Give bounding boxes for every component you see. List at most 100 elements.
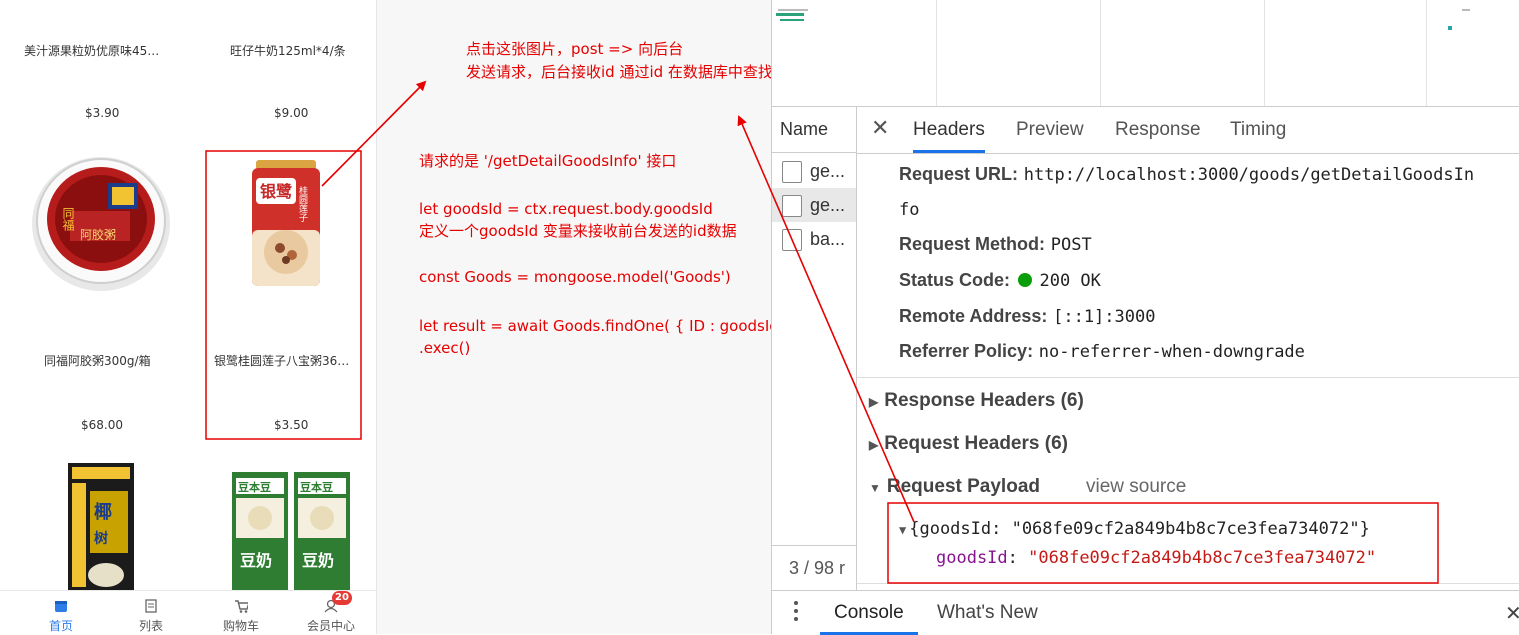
- tab-response[interactable]: Response: [1115, 107, 1201, 153]
- request-url-label: Request URL:: [899, 164, 1019, 184]
- request-method-label: Request Method:: [899, 234, 1045, 254]
- request-count: 3 / 98 r: [789, 558, 846, 578]
- doubendou-milk-image[interactable]: 豆本豆 豆本豆 豆奶 豆奶: [230, 468, 352, 592]
- response-headers-label: Response Headers (6): [884, 390, 1084, 411]
- request-payload-section[interactable]: ▼ Request Payload: [869, 476, 1040, 498]
- status-code-label: Status Code:: [899, 270, 1011, 290]
- tab-preview[interactable]: Preview: [1016, 107, 1084, 153]
- annotation-code-line: let goodsId = ctx.request.body.goodsId: [419, 200, 713, 218]
- payload-key: goodsId: [936, 548, 1008, 568]
- tongfu-brand-text: 同福: [61, 207, 75, 231]
- product-price: $9.00: [274, 106, 309, 120]
- request-headers-label: Request Headers (6): [884, 433, 1068, 454]
- tab-cart[interactable]: 购物车: [194, 591, 288, 634]
- svg-text:阿胶粥: 阿胶粥: [80, 227, 116, 242]
- triangle-down-icon: ▼: [869, 481, 881, 495]
- svg-text:椰: 椰: [94, 501, 112, 523]
- payload-summary-row[interactable]: ▼ {goodsId: "068fe09cf2a849b4b8c7ce3fea73…: [899, 519, 1370, 539]
- annotation-area: 点击这张图片，post => 向后台 发送请求，后台接收id 通过id 在数据库…: [377, 0, 794, 634]
- request-row[interactable]: ge...: [772, 188, 856, 222]
- tab-console[interactable]: Console: [820, 591, 918, 635]
- triangle-right-icon: ▶: [869, 438, 879, 452]
- coconut-milk-image[interactable]: 椰 树: [68, 463, 134, 591]
- devtools-panel: Name ge... ge... ba... 3 / 98 r ✕ Header…: [771, 0, 1519, 635]
- tab-timing[interactable]: Timing: [1230, 107, 1286, 153]
- payload-entry: goodsId: "068fe09cf2a849b4b8c7ce3fea7340…: [936, 548, 1377, 568]
- annotation-line1: 点击这张图片，post => 向后台: [466, 40, 684, 58]
- product-price: $3.90: [85, 106, 120, 120]
- annotation-line2: 发送请求，后台接收id 通过id 在数据库中查找: [466, 63, 773, 81]
- request-row[interactable]: ba...: [772, 222, 856, 256]
- tongfu-porridge-image[interactable]: 同福 阿胶粥: [30, 155, 172, 293]
- request-url-value[interactable]: http://localhost:3000/goods/getDetailGoo…: [1024, 165, 1474, 185]
- product-name[interactable]: 银鹭桂圆莲子八宝粥36…: [214, 352, 349, 369]
- request-method-value: POST: [1050, 235, 1092, 255]
- tab-list[interactable]: 列表: [104, 591, 198, 634]
- remote-address-row: Remote Address: [::1]:3000: [899, 306, 1155, 327]
- tab-label: 购物车: [222, 619, 259, 633]
- close-icon[interactable]: ✕: [871, 116, 889, 141]
- svg-text:豆本豆: 豆本豆: [238, 480, 271, 494]
- svg-text:豆奶: 豆奶: [302, 551, 334, 570]
- request-url-row: Request URL: http://localhost:3000/goods…: [899, 164, 1474, 185]
- status-code-row: Status Code: 200 OK: [899, 270, 1101, 291]
- annotation-code-line: 定义一个goodsId 变量来接收前台发送的id数据: [419, 222, 737, 240]
- request-detail: ✕ Headers Preview Response Timing Reques…: [857, 107, 1519, 590]
- network-overview[interactable]: [772, 0, 1519, 107]
- detail-tabs: ✕ Headers Preview Response Timing: [857, 107, 1519, 154]
- request-row-label: ba...: [810, 229, 846, 249]
- product-name[interactable]: 同福阿胶粥300g/箱: [44, 352, 151, 369]
- svg-text:银鹭: 银鹭: [260, 182, 293, 201]
- request-url-value-wrap: fo: [899, 200, 920, 220]
- svg-text:豆本豆: 豆本豆: [300, 480, 333, 494]
- tab-label: 首页: [48, 619, 73, 633]
- response-headers-section[interactable]: ▶ Response Headers (6): [869, 390, 1084, 412]
- status-code-value: 200 OK: [1039, 271, 1101, 291]
- referrer-policy-row: Referrer Policy: no-referrer-when-downgr…: [899, 341, 1305, 362]
- tab-home[interactable]: 首页: [14, 591, 108, 634]
- tab-label: 会员中心: [306, 619, 355, 633]
- tab-whats-new[interactable]: What's New: [937, 591, 1038, 635]
- request-headers-section[interactable]: ▶ Request Headers (6): [869, 433, 1068, 455]
- referrer-policy-value: no-referrer-when-downgrade: [1038, 342, 1305, 362]
- request-row-label: ge...: [810, 161, 846, 181]
- product-name[interactable]: 旺仔牛奶125ml*4/条: [230, 42, 346, 59]
- view-source-link[interactable]: view source: [1086, 476, 1186, 498]
- request-row-label: ge...: [810, 195, 846, 215]
- annotation-code-line: .exec(): [419, 339, 471, 357]
- triangle-down-icon: ▼: [899, 523, 907, 537]
- request-method-row: Request Method: POST: [899, 234, 1092, 255]
- request-name-column: Name ge... ge... ba... 3 / 98 r: [772, 107, 857, 590]
- annotation-code-line: 请求的是 '/getDetailGoodsInfo' 接口: [419, 152, 677, 170]
- drawer-tabs: Console What's New ✕: [772, 590, 1519, 635]
- svg-text:树: 树: [94, 530, 108, 547]
- close-drawer-icon[interactable]: ✕: [1505, 601, 1519, 625]
- tab-headers[interactable]: Headers: [913, 107, 985, 153]
- product-price: $68.00: [81, 418, 123, 432]
- annotation-code-line: const Goods = mongoose.model('Goods'): [419, 268, 731, 286]
- payload-value: "068fe09cf2a849b4b8c7ce3fea734072": [1028, 548, 1377, 568]
- cart-icon: [235, 600, 248, 613]
- more-options-icon[interactable]: [794, 601, 800, 625]
- product-name[interactable]: 美汁源果粒奶优原味45…: [24, 42, 159, 59]
- triangle-right-icon: ▶: [869, 395, 879, 409]
- payload-summary: {goodsId: "068fe09cf2a849b4b8c7ce3fea734…: [909, 519, 1370, 539]
- status-dot-icon: [1017, 273, 1032, 287]
- list-icon: [145, 599, 157, 613]
- name-column-header[interactable]: Name: [772, 107, 856, 153]
- tab-label: 列表: [138, 619, 163, 633]
- bottom-tab-bar: 首页 列表 购物车 会员中心: [0, 590, 376, 634]
- request-type-icon: [782, 229, 802, 251]
- remote-address-label: Remote Address:: [899, 306, 1048, 326]
- svg-text:豆奶: 豆奶: [240, 551, 272, 570]
- request-type-icon: [782, 195, 802, 217]
- request-row[interactable]: ge...: [772, 154, 856, 188]
- request-type-icon: [782, 161, 802, 183]
- referrer-policy-label: Referrer Policy:: [899, 341, 1034, 361]
- yinlu-porridge-image[interactable]: 银鹭 桂圆莲子: [250, 160, 322, 290]
- svg-text:桂圆莲子: 桂圆莲子: [297, 185, 308, 222]
- annotation-code-line: let result = await Goods.findOne( { ID :…: [419, 317, 795, 335]
- request-url-wrap: fo: [899, 199, 919, 220]
- tab-member[interactable]: 会员中心: [284, 591, 376, 634]
- request-payload-label: Request Payload: [886, 476, 1040, 497]
